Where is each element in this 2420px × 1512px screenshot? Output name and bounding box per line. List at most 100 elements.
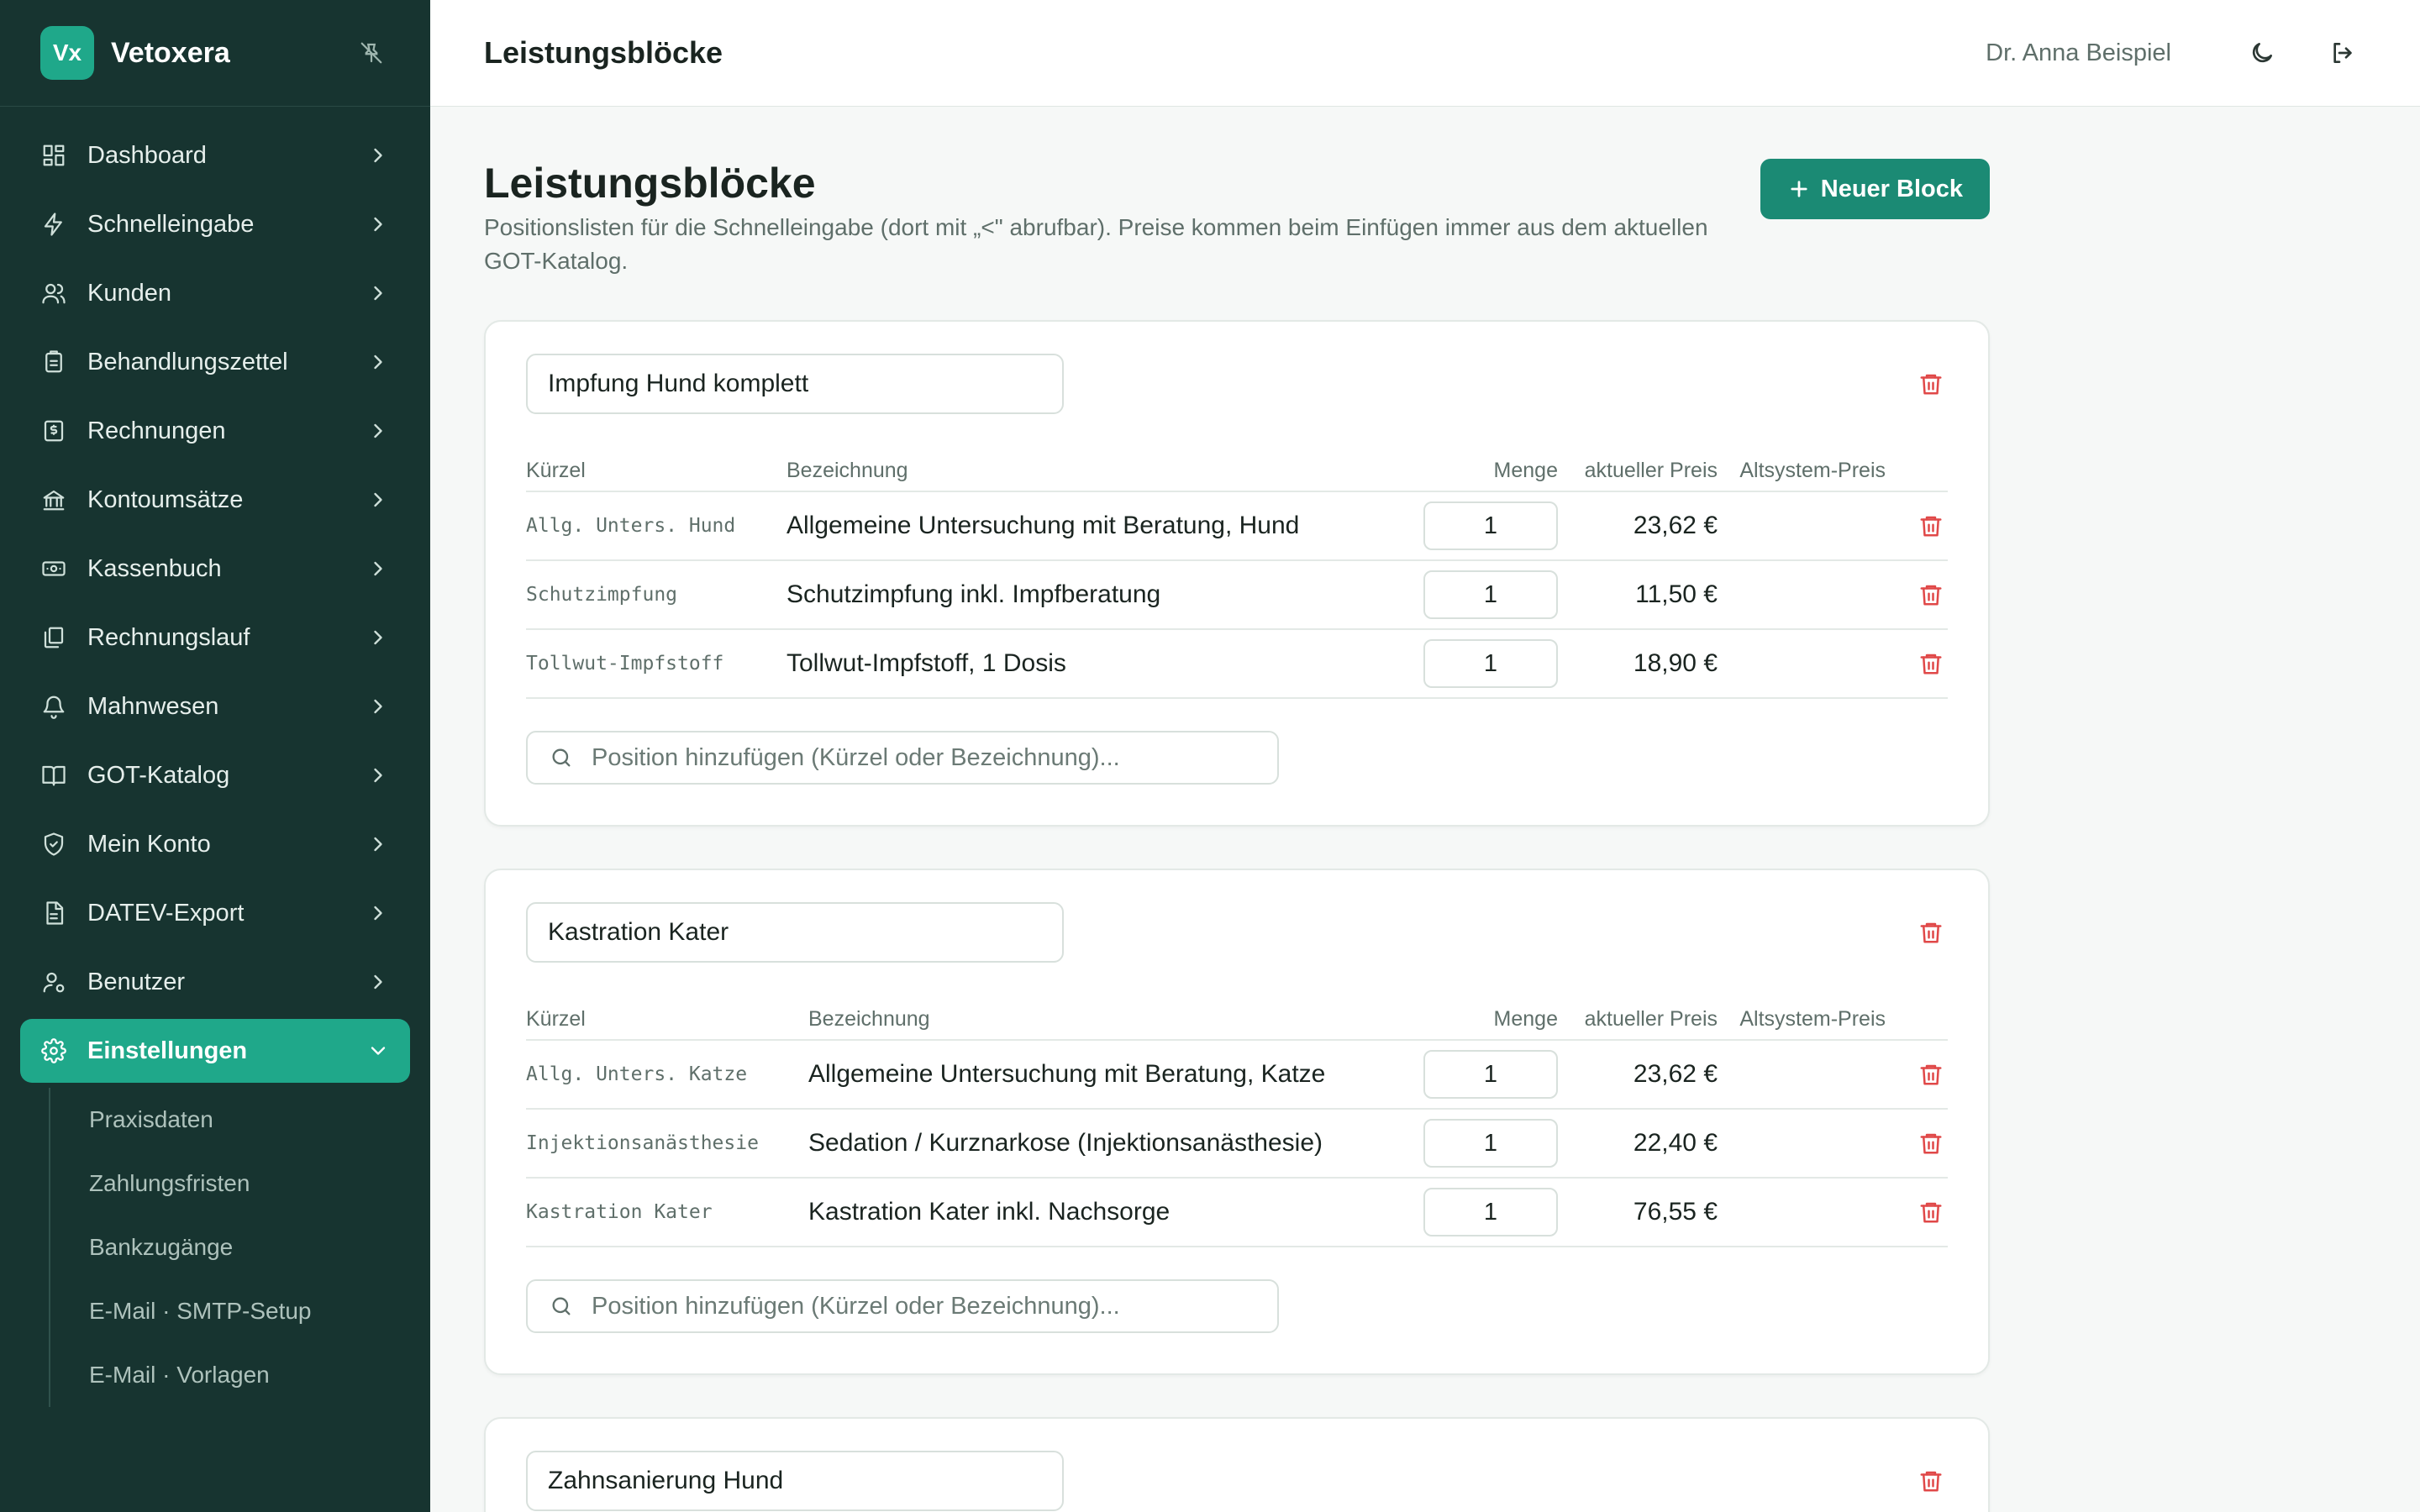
quantity-input[interactable]: 1 <box>1423 1050 1558 1099</box>
sidebar-item-label: Benutzer <box>87 968 186 995</box>
new-block-button[interactable]: Neuer Block <box>1760 159 1990 219</box>
table-row: Tollwut-Impfstoff Tollwut-Impfstoff, 1 Do… <box>526 629 1948 699</box>
delete-block-icon[interactable] <box>1914 367 1948 401</box>
positions-table: Kürzel Bezeichnung Menge aktueller Preis Alt… <box>526 1000 1948 1247</box>
new-block-label: Neuer Block <box>1820 175 1963 202</box>
search-placeholder: Position hinzufügen (Kürzel oder Bezeich… <box>592 1292 1120 1320</box>
sidebar-item-rechnungen[interactable]: Rechnungen <box>20 399 410 463</box>
subnav-item[interactable]: Zahlungsfristen <box>89 1152 430 1215</box>
lightning-icon <box>40 211 67 238</box>
add-position-search[interactable]: Position hinzufügen (Kürzel oder Bezeich… <box>526 1279 1279 1333</box>
delete-block-icon[interactable] <box>1914 1464 1948 1498</box>
old-system-price <box>1718 491 1886 561</box>
search-icon <box>548 1293 575 1320</box>
chevron-right-icon <box>366 281 390 305</box>
chevron-right-icon <box>366 350 390 374</box>
current-price: 11,50 € <box>1558 560 1718 630</box>
subnav-item[interactable]: E-Mail · SMTP-Setup <box>89 1279 430 1343</box>
delete-block-icon[interactable] <box>1914 916 1948 949</box>
chevron-right-icon <box>366 695 390 718</box>
unpin-icon[interactable] <box>353 34 390 71</box>
subnav-item[interactable]: Bankzugänge <box>89 1215 430 1279</box>
dark-mode-icon[interactable] <box>2238 29 2286 76</box>
sidebar-item-benutzer[interactable]: Benutzer <box>20 950 410 1014</box>
chevron-right-icon <box>366 419 390 443</box>
block-name-input[interactable]: Impfung Hund komplett <box>526 354 1064 414</box>
table-row: Kastration Kater Kastration Kater inkl. N… <box>526 1178 1948 1247</box>
chevron-right-icon <box>366 557 390 580</box>
sidebar-item-mahnwesen[interactable]: Mahnwesen <box>20 675 410 738</box>
sidebar-item-datev-export[interactable]: DATEV-Export <box>20 881 410 945</box>
user-name[interactable]: Dr. Anna Beispiel <box>1986 39 2171 67</box>
sidebar-item-label: Einstellungen <box>87 1037 248 1064</box>
chevron-right-icon <box>366 488 390 512</box>
block-name-input[interactable]: Kastration Kater <box>526 902 1064 963</box>
quantity-input[interactable]: 1 <box>1423 570 1558 619</box>
sidebar-item-label: Mahnwesen <box>87 692 219 720</box>
plus-icon <box>1791 181 1807 197</box>
chevron-right-icon <box>366 213 390 236</box>
invoice-icon <box>40 417 67 444</box>
subnav-item[interactable]: E-Mail · Vorlagen <box>89 1343 430 1407</box>
sidebar-nav: Dashboard Schnelleingabe Kunden Behandlungs… <box>0 107 430 1407</box>
sidebar-item-label: Schnelleingabe <box>87 210 255 238</box>
sidebar-item-label: Mein Konto <box>87 830 211 858</box>
delete-position-icon[interactable] <box>1914 1126 1948 1160</box>
add-position-search[interactable]: Position hinzufügen (Kürzel oder Bezeich… <box>526 731 1279 785</box>
position-code: Allg. Unters. Hund <box>526 491 786 561</box>
sidebar-item-schnelleingabe[interactable]: Schnelleingabe <box>20 192 410 256</box>
column-header-price: aktueller Preis <box>1558 1000 1718 1041</box>
delete-position-icon[interactable] <box>1914 1058 1948 1091</box>
chevron-down-icon <box>366 1039 390 1063</box>
quantity-input[interactable]: 1 <box>1423 1188 1558 1236</box>
block-card: Zahnsanierung Hund <box>484 1417 1990 1512</box>
logout-icon[interactable] <box>2319 29 2366 76</box>
quantity-input[interactable]: 1 <box>1423 1119 1558 1168</box>
position-name: Tollwut-Impfstoff, 1 Dosis <box>786 629 1423 699</box>
sidebar-item-label: DATEV-Export <box>87 899 245 927</box>
position-code: Injektionsanästhesie <box>526 1109 808 1179</box>
position-code: Allg. Unters. Katze <box>526 1040 808 1110</box>
sidebar-item-kassenbuch[interactable]: Kassenbuch <box>20 537 410 601</box>
delete-position-icon[interactable] <box>1914 578 1948 612</box>
block-header: Kastration Kater <box>526 902 1948 963</box>
bank-icon <box>40 486 67 513</box>
shield-icon <box>40 831 67 858</box>
old-system-price <box>1718 1178 1886 1247</box>
blocks-list: Impfung Hund komplett Kürzel Bezeichnung Me… <box>484 320 1990 1512</box>
position-name: Sedation / Kurznarkose (Injektionsanästh… <box>808 1109 1423 1179</box>
delete-position-icon[interactable] <box>1914 1195 1948 1229</box>
subnav-item[interactable]: Praxisdaten <box>89 1088 430 1152</box>
sidebar-item-behandlungszettel[interactable]: Behandlungszettel <box>20 330 410 394</box>
quantity-input[interactable]: 1 <box>1423 639 1558 688</box>
table-row: Injektionsanästhesie Sedation / Kurznarko… <box>526 1109 1948 1179</box>
column-header-name: Bezeichnung <box>808 1000 1423 1041</box>
column-header-name: Bezeichnung <box>786 451 1423 492</box>
users-icon <box>40 280 67 307</box>
sidebar-item-einstellungen[interactable]: Einstellungen <box>20 1019 410 1083</box>
position-code: Schutzimpfung <box>526 560 786 630</box>
column-header-code: Kürzel <box>526 451 786 492</box>
chevron-right-icon <box>366 970 390 994</box>
sidebar-item-rechnungslauf[interactable]: Rechnungslauf <box>20 606 410 669</box>
clipboard-icon <box>40 349 67 375</box>
sidebar-item-label: Kontoumsätze <box>87 486 244 513</box>
sidebar-item-got-katalog[interactable]: GOT-Katalog <box>20 743 410 807</box>
old-system-price <box>1718 560 1886 630</box>
table-row: Schutzimpfung Schutzimpfung inkl. Impfber… <box>526 560 1948 630</box>
sidebar-item-mein-konto[interactable]: Mein Konto <box>20 812 410 876</box>
sidebar-item-kunden[interactable]: Kunden <box>20 261 410 325</box>
positions-table: Kürzel Bezeichnung Menge aktueller Preis Alt… <box>526 451 1948 699</box>
quantity-input[interactable]: 1 <box>1423 501 1558 550</box>
sidebar-item-kontoumsätze[interactable]: Kontoumsätze <box>20 468 410 532</box>
current-price: 22,40 € <box>1558 1109 1718 1179</box>
copies-icon <box>40 624 67 651</box>
sidebar-item-dashboard[interactable]: Dashboard <box>20 123 410 187</box>
main-content: Leistungsblöcke Positionslisten für die … <box>484 107 1990 1512</box>
position-name: Allgemeine Untersuchung mit Beratung, Hu… <box>786 491 1423 561</box>
sidebar-item-label: Kassenbuch <box>87 554 222 582</box>
table-row: Allg. Unters. Hund Allgemeine Untersuchun… <box>526 491 1948 561</box>
delete-position-icon[interactable] <box>1914 509 1948 543</box>
block-name-input[interactable]: Zahnsanierung Hund <box>526 1451 1064 1511</box>
delete-position-icon[interactable] <box>1914 647 1948 680</box>
